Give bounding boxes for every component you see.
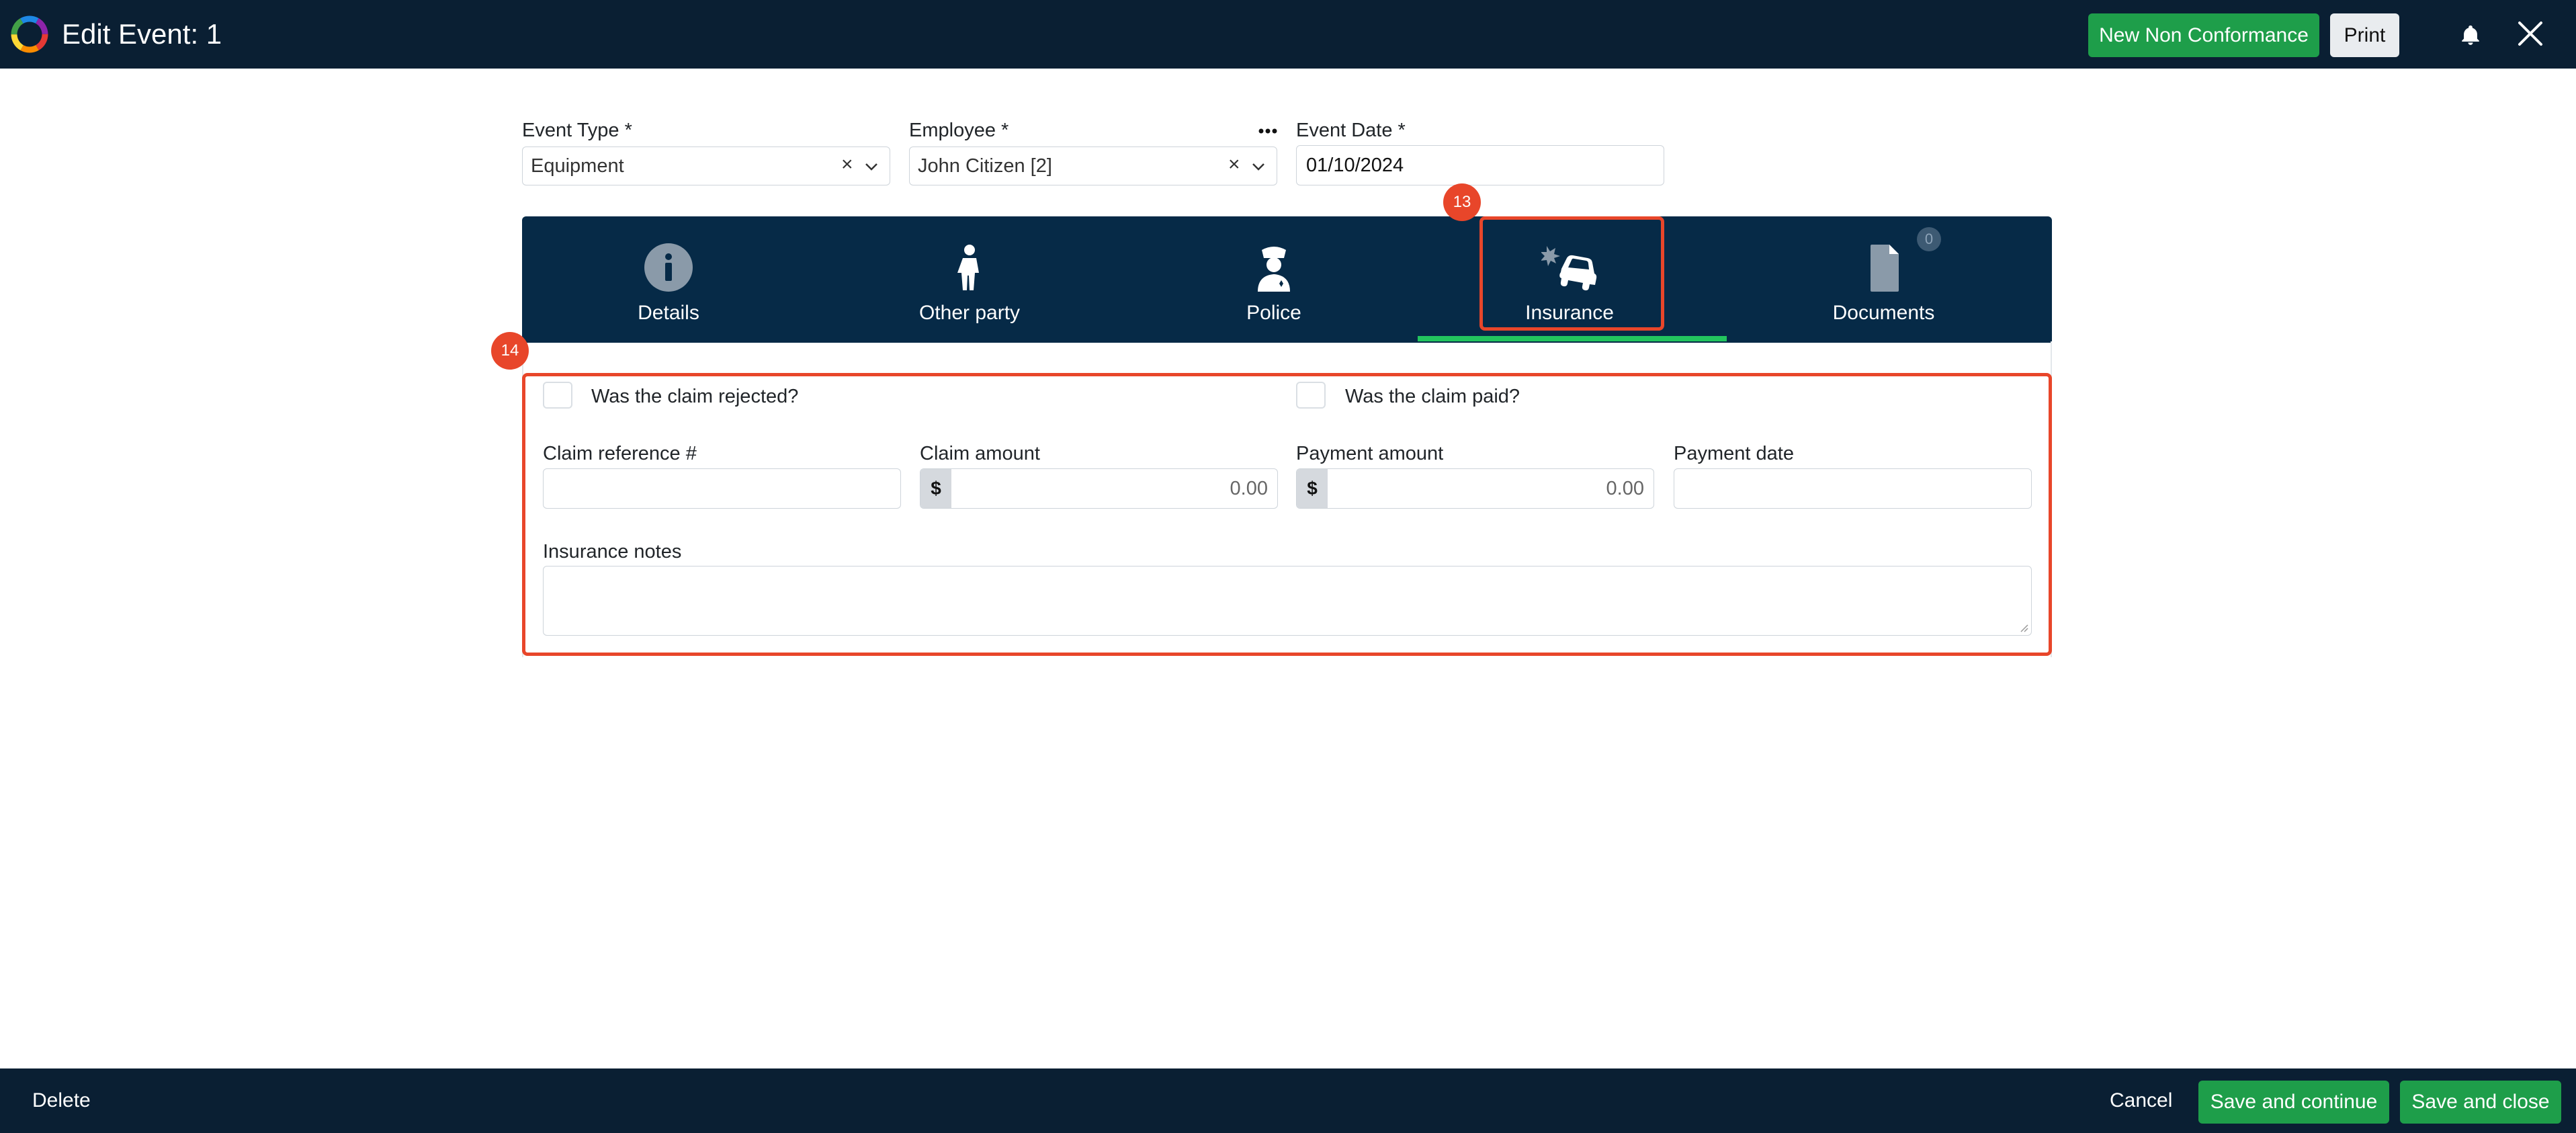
event-date-label: Event Date * (1296, 120, 1406, 141)
save-and-continue-button[interactable]: Save and continue (2198, 1081, 2389, 1124)
app-logo-icon (11, 15, 48, 53)
page-title: Edit Event: 1 (62, 18, 222, 50)
notification-bell-icon[interactable] (2459, 23, 2482, 47)
annotation-marker: 13 (1443, 183, 1481, 221)
delete-button[interactable]: Delete (32, 1089, 91, 1113)
save-and-close-button[interactable]: Save and close (2400, 1081, 2561, 1124)
tab-label: Details (638, 302, 699, 324)
tab-other-party[interactable]: Other party (815, 216, 1124, 343)
event-date-value: 01/10/2024 (1306, 155, 1404, 176)
annotation-marker: 14 (491, 332, 529, 370)
police-officer-icon (1258, 247, 1290, 292)
tab-details[interactable]: Details (522, 216, 815, 343)
event-type-value: Equipment (531, 155, 624, 177)
person-icon (957, 245, 979, 290)
clear-event-type-icon[interactable]: × (841, 153, 853, 177)
top-bar: Edit Event: 1 New Non Conformance Print (0, 0, 2576, 69)
tab-police[interactable]: Police (1124, 216, 1424, 343)
clear-employee-icon[interactable]: × (1228, 153, 1240, 177)
cancel-button[interactable]: Cancel (2110, 1089, 2172, 1113)
tab-label: Police (1246, 302, 1301, 324)
employee-label: Employee * (909, 120, 1009, 141)
documents-count-badge: 0 (1917, 227, 1941, 251)
tab-label: Documents (1832, 302, 1935, 324)
tab-documents[interactable]: Documents (1715, 216, 2052, 343)
tab-label: Other party (918, 302, 1021, 324)
insurance-tab-highlight (1479, 216, 1664, 331)
print-button[interactable]: Print (2330, 13, 2399, 57)
chevron-down-icon[interactable] (1251, 159, 1266, 174)
event-type-label: Event Type * (522, 120, 632, 141)
info-circle-icon (644, 243, 693, 292)
active-tab-indicator (1418, 336, 1727, 341)
close-icon[interactable] (2517, 20, 2544, 47)
footer-bar: Delete Cancel Save and continue Save and… (0, 1068, 2576, 1133)
event-date-input[interactable]: 01/10/2024 (1296, 145, 1664, 185)
more-options-icon[interactable] (1258, 126, 1278, 136)
event-tabs: Details Other party Police Insurance Doc… (522, 216, 2052, 343)
insurance-form-highlight (522, 373, 2052, 656)
chevron-down-icon[interactable] (864, 159, 879, 174)
employee-value: John Citizen [2] (918, 155, 1052, 177)
employee-select[interactable]: John Citizen [2] × (909, 146, 1277, 185)
new-non-conformance-button[interactable]: New Non Conformance (2088, 13, 2319, 57)
event-type-select[interactable]: Equipment × (522, 146, 890, 185)
document-icon (1870, 245, 1899, 292)
